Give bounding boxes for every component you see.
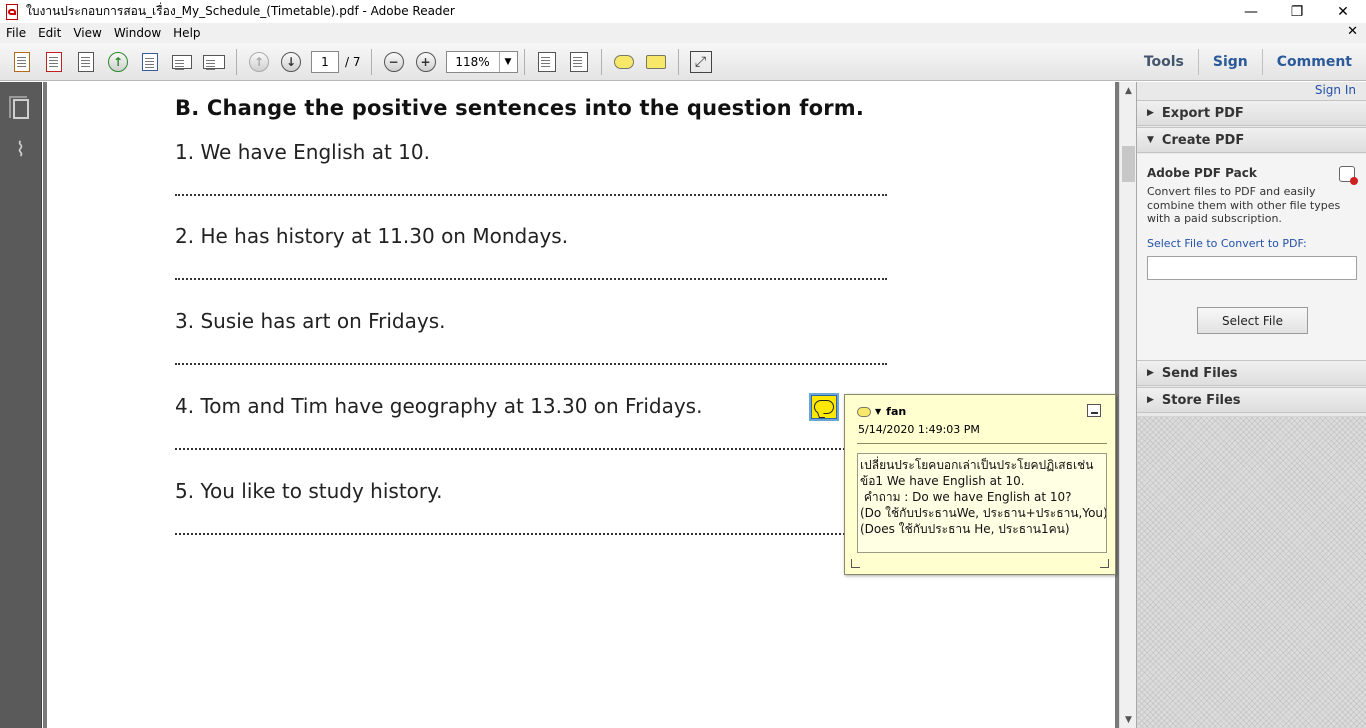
store-files-label: Store Files bbox=[1161, 392, 1241, 408]
create-pdf-panel: Adobe PDF Pack Convert files to PDF and … bbox=[1137, 154, 1366, 360]
comment-button[interactable]: Comment bbox=[1263, 43, 1366, 81]
export-pdf-section[interactable]: ▶ Export PDF bbox=[1137, 100, 1366, 126]
menu-file[interactable]: File bbox=[0, 26, 32, 40]
navigation-pane: ⌇ bbox=[0, 82, 42, 728]
minimize-popup-button[interactable] bbox=[1087, 404, 1101, 417]
export-pdf-label: Export PDF bbox=[1161, 105, 1244, 121]
maximize-button[interactable]: ❐ bbox=[1274, 0, 1320, 23]
create-icon[interactable] bbox=[8, 48, 36, 76]
send-files-section[interactable]: ▶ Send Files bbox=[1137, 360, 1366, 386]
chevron-down-icon[interactable]: ▼ bbox=[498, 51, 517, 72]
comment-text-field[interactable]: เปลี่ยนประโยคบอกเล่าเป็นประโยคปฏิเสธเช่น… bbox=[857, 453, 1107, 553]
zoom-in-icon[interactable]: + bbox=[412, 48, 440, 76]
attachments-icon[interactable]: ⌇ bbox=[9, 136, 33, 162]
zoom-value: 118% bbox=[455, 54, 490, 69]
sticky-note-annotation-icon[interactable] bbox=[809, 393, 839, 421]
zoom-select[interactable]: 118% ▼ bbox=[445, 50, 518, 73]
sentence-5: 5. You like to study history. bbox=[175, 479, 443, 503]
select-file-button[interactable]: Select File bbox=[1197, 307, 1308, 334]
menu-edit[interactable]: Edit bbox=[32, 26, 67, 40]
fit-page-icon[interactable] bbox=[533, 48, 561, 76]
zoom-out-icon[interactable]: − bbox=[380, 48, 408, 76]
adobe-reader-icon bbox=[4, 3, 20, 20]
tools-button[interactable]: Tools bbox=[1130, 43, 1198, 81]
comment-author: fan bbox=[886, 405, 907, 418]
create-pdf-label: Create PDF bbox=[1161, 132, 1245, 148]
upload-icon[interactable]: ↑ bbox=[104, 48, 132, 76]
pane-background bbox=[1137, 416, 1366, 728]
sign-button[interactable]: Sign bbox=[1199, 43, 1262, 81]
send-files-label: Send Files bbox=[1161, 365, 1238, 381]
exercise-heading: B. Change the positive sentences into th… bbox=[175, 96, 865, 120]
triangle-right-icon: ▶ bbox=[1147, 108, 1154, 118]
comment-icon bbox=[857, 406, 871, 417]
edit-icon[interactable] bbox=[72, 48, 100, 76]
menu-bar: File Edit View Window Help ✕ bbox=[0, 23, 1366, 43]
scroll-up-icon[interactable]: ▲ bbox=[1120, 82, 1137, 99]
page-thumbnails-icon[interactable] bbox=[8, 96, 33, 122]
resize-handle-right[interactable] bbox=[1100, 559, 1109, 568]
sentence-1: 1. We have English at 10. bbox=[175, 140, 430, 164]
file-path-input[interactable] bbox=[1147, 256, 1357, 280]
next-page-icon[interactable]: ↓ bbox=[277, 48, 305, 76]
highlight-icon[interactable] bbox=[642, 48, 670, 76]
comment-date: 5/14/2020 1:49:03 PM bbox=[858, 423, 980, 436]
pdf-pack-description: Convert files to PDF and easily combine … bbox=[1147, 185, 1341, 225]
full-screen-icon[interactable]: ⤢ bbox=[687, 48, 715, 76]
select-file-label: Select File to Convert to PDF: bbox=[1147, 237, 1307, 250]
pdf-pack-title: Adobe PDF Pack bbox=[1147, 166, 1257, 180]
fit-width-icon[interactable] bbox=[565, 48, 593, 76]
save-icon[interactable] bbox=[136, 48, 164, 76]
page-number-input[interactable]: 1 bbox=[311, 50, 339, 73]
sign-in-link[interactable]: Sign In bbox=[1315, 83, 1356, 97]
scroll-thumb[interactable] bbox=[1122, 146, 1135, 182]
answer-line-3 bbox=[175, 363, 887, 365]
create-pdf-section[interactable]: ▼ Create PDF bbox=[1137, 127, 1366, 153]
triangle-right-icon: ▶ bbox=[1147, 395, 1154, 405]
divider bbox=[857, 443, 1107, 444]
sentence-3: 3. Susie has art on Fridays. bbox=[175, 309, 446, 333]
pdf-pack-icon bbox=[1339, 166, 1358, 185]
answer-line-1 bbox=[175, 194, 887, 196]
tools-pane: Sign In ▶ Export PDF ▼ Create PDF Adobe … bbox=[1136, 82, 1366, 728]
menu-view[interactable]: View bbox=[67, 26, 107, 40]
vertical-scrollbar[interactable]: ▲ ▼ bbox=[1119, 82, 1136, 728]
chevron-down-icon[interactable]: ▼ bbox=[875, 407, 881, 416]
title-bar: ใบงานประกอบการสอน_เรื่อง_My_Schedule_(Ti… bbox=[0, 0, 1366, 23]
scroll-down-icon[interactable]: ▼ bbox=[1120, 711, 1137, 728]
resize-handle-left[interactable] bbox=[851, 559, 860, 568]
menu-help[interactable]: Help bbox=[167, 26, 206, 40]
sentence-4: 4. Tom and Tim have geography at 13.30 o… bbox=[175, 394, 703, 418]
page-total: / 7 bbox=[345, 54, 361, 69]
store-files-section[interactable]: ▶ Store Files bbox=[1137, 387, 1366, 413]
print-icon[interactable] bbox=[168, 48, 196, 76]
menu-window[interactable]: Window bbox=[108, 26, 167, 40]
answer-line-5 bbox=[175, 533, 845, 535]
triangle-right-icon: ▶ bbox=[1147, 368, 1154, 378]
sentence-2: 2. He has history at 11.30 on Mondays. bbox=[175, 224, 569, 248]
triangle-down-icon: ▼ bbox=[1147, 135, 1154, 145]
previous-page-icon[interactable]: ↑ bbox=[245, 48, 273, 76]
document-close-button[interactable]: ✕ bbox=[1347, 24, 1358, 39]
email-icon[interactable] bbox=[200, 48, 228, 76]
close-button[interactable]: ✕ bbox=[1320, 0, 1366, 23]
sticky-note-icon[interactable] bbox=[610, 48, 638, 76]
minimize-button[interactable]: — bbox=[1228, 0, 1274, 23]
export-icon[interactable] bbox=[40, 48, 68, 76]
comment-popup[interactable]: ▼ fan 5/14/2020 1:49:03 PM เปลี่ยนประโยค… bbox=[844, 394, 1116, 575]
answer-line-2 bbox=[175, 278, 887, 280]
toolbar: ↑ ↑ ↓ 1 / 7 − + 118% ▼ ⤢ Tools Sign Comm… bbox=[0, 43, 1366, 81]
window-title: ใบงานประกอบการสอน_เรื่อง_My_Schedule_(Ti… bbox=[26, 4, 455, 18]
answer-line-4 bbox=[175, 448, 845, 450]
